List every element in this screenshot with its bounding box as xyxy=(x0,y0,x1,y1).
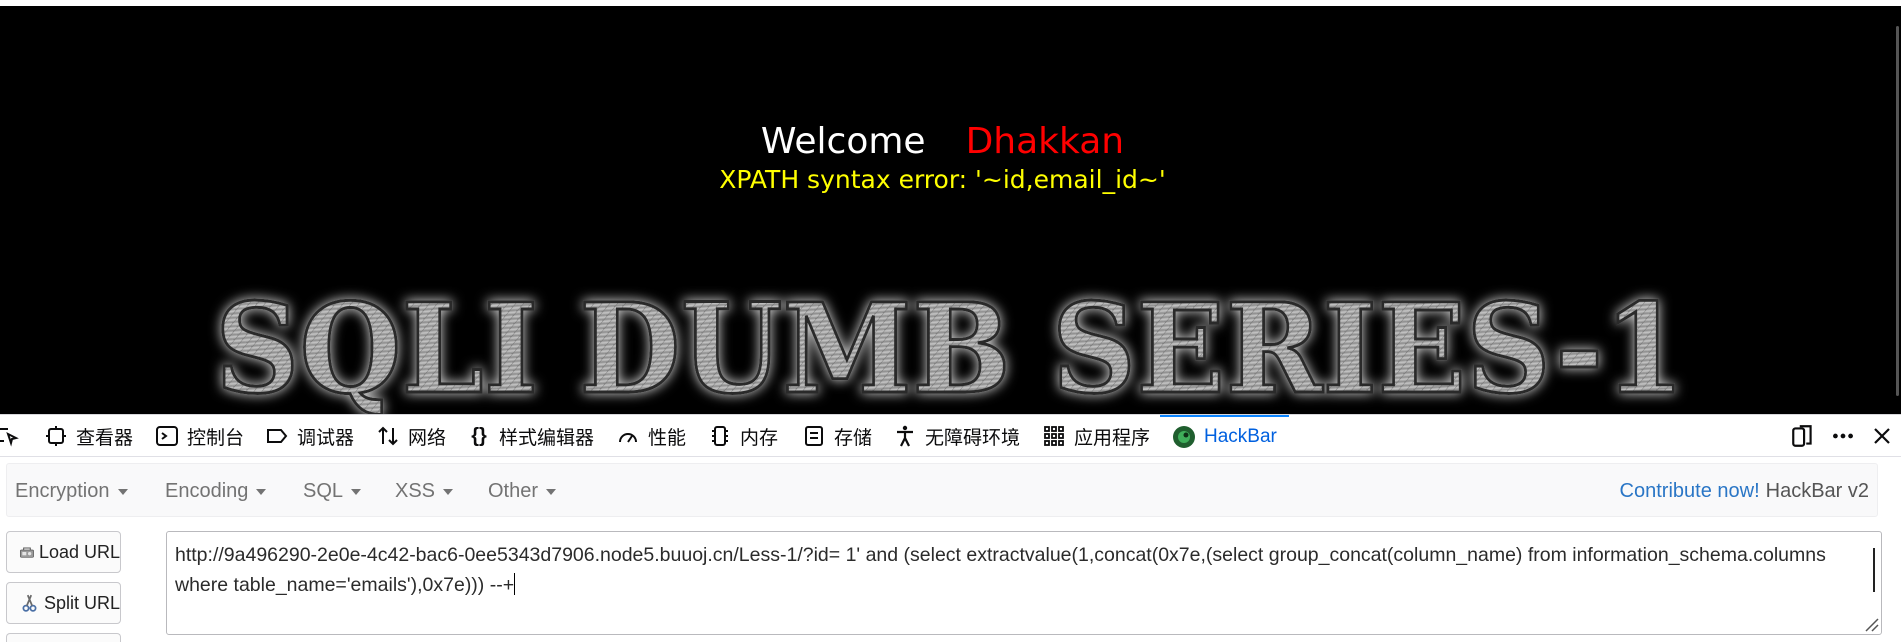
tab-label: 无障碍环境 xyxy=(925,427,1021,449)
hackbar-menu: Encryption Encoding SQL XSS Other Contri… xyxy=(6,463,1878,517)
page-viewport: Welcome Dhakkan XPATH syntax error: '~id,… xyxy=(0,6,1901,414)
hackbar-icon xyxy=(1173,426,1195,448)
url-text: http://9a496290-2e0e-4c42-bac6-0ee5343d7… xyxy=(175,544,1826,596)
memory-icon xyxy=(712,426,728,446)
tab-storage[interactable]: 存储 xyxy=(802,415,872,457)
chevron-down-icon xyxy=(351,489,362,495)
resize-grip-icon[interactable] xyxy=(1861,614,1879,632)
menu-label: Other xyxy=(488,479,539,502)
tab-label: 样式编辑器 xyxy=(499,427,595,449)
tab-label: 查看器 xyxy=(76,427,134,449)
hackbar-version: HackBar v2 xyxy=(1765,479,1869,502)
tab-label: 调试器 xyxy=(297,427,355,449)
application-icon xyxy=(1044,426,1064,446)
split-url-button[interactable]: Split URL xyxy=(6,582,121,624)
split-url-label: Split URL xyxy=(43,592,120,613)
tab-performance[interactable]: 性能 xyxy=(616,415,686,457)
page-scrollbar[interactable] xyxy=(1895,6,1901,414)
tab-accessibility[interactable]: 无障碍环境 xyxy=(893,415,1020,457)
url-textarea[interactable]: http://9a496290-2e0e-4c42-bac6-0ee5343d7… xyxy=(166,531,1882,635)
chevron-down-icon xyxy=(443,489,454,495)
chevron-down-icon xyxy=(117,489,128,495)
tab-application[interactable]: 应用程序 xyxy=(1042,415,1150,457)
load-url-label: Load URL xyxy=(38,541,120,562)
tab-label: 性能 xyxy=(648,427,687,449)
menu-label: SQL xyxy=(303,479,344,502)
tab-label: 存储 xyxy=(834,427,873,449)
load-url-button[interactable]: Load URL xyxy=(6,531,121,573)
tab-debugger[interactable]: 调试器 xyxy=(265,415,354,457)
welcome-text: Welcome xyxy=(760,121,926,162)
accessibility-icon xyxy=(897,425,913,447)
console-icon xyxy=(156,426,178,446)
menu-label: Encryption xyxy=(15,479,110,502)
debugger-icon xyxy=(267,429,288,443)
network-icon xyxy=(378,426,398,446)
execute-button[interactable] xyxy=(6,633,121,642)
welcome-line: Welcome Dhakkan xyxy=(0,118,1885,166)
devtools-panel: 查看器 控制台 调试器 网络 {} 样式编辑器 性能 内存 存储 无障碍环境 应… xyxy=(0,414,1901,642)
textarea-scrollbar[interactable] xyxy=(1873,548,1875,592)
inspector-icon xyxy=(46,426,66,446)
user-name: Dhakkan xyxy=(965,121,1125,162)
more-options-button[interactable] xyxy=(1830,415,1856,457)
close-devtools-button[interactable] xyxy=(1870,415,1894,457)
tab-style-editor[interactable]: {} 样式编辑器 xyxy=(467,415,594,457)
performance-icon xyxy=(619,433,637,443)
banner-text: SQLI DUMB SERIES-1 xyxy=(215,284,1685,414)
element-picker-button[interactable] xyxy=(0,415,28,457)
load-url-icon xyxy=(19,547,34,558)
tab-memory[interactable]: 内存 xyxy=(708,415,778,457)
tab-label: 内存 xyxy=(740,427,779,449)
menu-other[interactable]: Other xyxy=(488,464,557,518)
chevron-down-icon xyxy=(256,489,267,495)
tab-label: 控制台 xyxy=(187,427,245,449)
dock-toggle-button[interactable] xyxy=(1790,415,1816,457)
close-icon xyxy=(1874,428,1890,444)
tab-label: 应用程序 xyxy=(1074,427,1151,449)
menu-label: XSS xyxy=(395,479,436,502)
tab-console[interactable]: 控制台 xyxy=(155,415,244,457)
chevron-down-icon xyxy=(546,489,557,495)
picker-icon xyxy=(0,428,19,447)
menu-encryption[interactable]: Encryption xyxy=(15,464,128,518)
menu-label: Encoding xyxy=(165,479,249,502)
devtools-tab-bar: 查看器 控制台 调试器 网络 {} 样式编辑器 性能 内存 存储 无障碍环境 应… xyxy=(0,415,1901,457)
style-editor-icon: {} xyxy=(471,425,487,447)
storage-icon xyxy=(805,426,823,446)
menu-sql[interactable]: SQL xyxy=(303,464,362,518)
tab-inspector[interactable]: 查看器 xyxy=(44,415,133,457)
error-message: XPATH syntax error: '~id,email_id~' xyxy=(719,165,1166,194)
scissors-icon xyxy=(22,594,37,612)
text-cursor xyxy=(514,573,516,595)
menu-encoding[interactable]: Encoding xyxy=(165,464,267,518)
tab-label: 网络 xyxy=(408,427,447,449)
tab-hackbar[interactable]: HackBar xyxy=(1160,415,1289,457)
responsive-icon xyxy=(1792,425,1812,447)
menu-xss[interactable]: XSS xyxy=(395,464,454,518)
tab-network[interactable]: 网络 xyxy=(376,415,446,457)
contribute-link[interactable]: Contribute now! xyxy=(1620,480,1760,503)
tab-label: HackBar xyxy=(1204,426,1277,447)
more-icon xyxy=(1833,433,1853,439)
contribute-area: Contribute now! HackBar v2 xyxy=(1620,464,1869,518)
sqli-banner: SQLI DUMB SERIES-1 xyxy=(214,284,1687,414)
